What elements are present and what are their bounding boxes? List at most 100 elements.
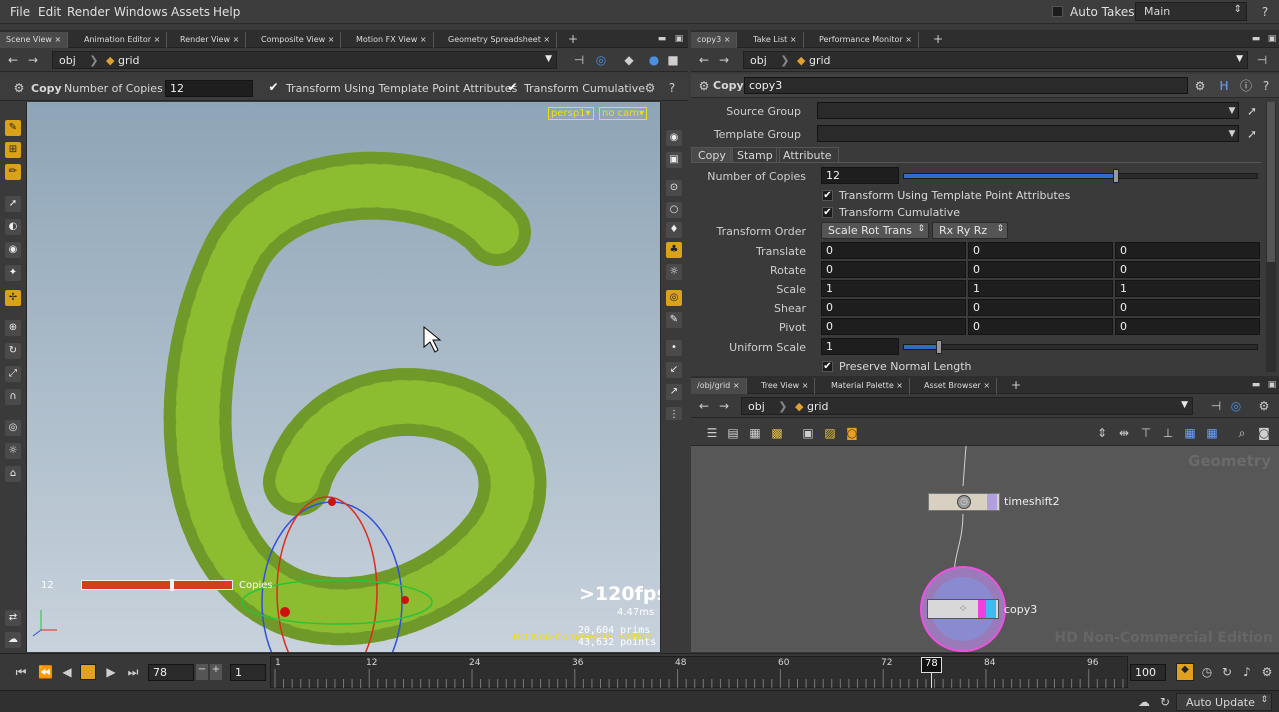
source-group-input[interactable]: [817, 102, 1239, 119]
menu-file[interactable]: File: [10, 5, 30, 19]
bundle-icon[interactable]: ◙: [845, 426, 859, 440]
node-name-input[interactable]: copy3: [744, 77, 1188, 94]
slider-knob[interactable]: [936, 340, 942, 354]
flip-icon[interactable]: ⇄: [5, 610, 21, 626]
table-icon[interactable]: ▦: [748, 426, 762, 440]
path-node[interactable]: grid: [807, 400, 829, 413]
tab-asset-browser[interactable]: Asset Browser ×: [918, 378, 998, 394]
frame-step-input[interactable]: 1: [230, 664, 266, 681]
distribute-icon[interactable]: ⇹: [1117, 426, 1131, 440]
help-icon[interactable]: ?: [1258, 5, 1272, 19]
timeline-scrubber[interactable]: 1 12 24 36 48 60 72 84 96 78: [270, 656, 1128, 688]
play-backward-icon[interactable]: ◀: [60, 665, 74, 679]
handle-knob[interactable]: [170, 579, 174, 591]
tab-composite-view[interactable]: Composite View ×: [255, 32, 342, 48]
list-icon[interactable]: ▤: [726, 426, 740, 440]
preserve-normal-checkbox[interactable]: ✔: [822, 361, 833, 372]
pin-icon[interactable]: ⊣: [1255, 53, 1269, 67]
uniform-scale-input[interactable]: 1: [821, 338, 899, 355]
light-bulb-icon[interactable]: ♦: [666, 222, 682, 238]
align-top-icon[interactable]: ⊤: [1139, 426, 1153, 440]
prev-key-icon[interactable]: ⏪: [38, 665, 53, 679]
chevron-down-icon[interactable]: ▼: [1225, 127, 1239, 141]
rotate-y[interactable]: 0: [968, 261, 1113, 278]
camera-menu[interactable]: persp1▾: [548, 107, 594, 120]
screenshot-icon[interactable]: ◙: [1257, 426, 1271, 440]
scale-icon[interactable]: ⤢: [5, 366, 21, 382]
select-arrow-icon[interactable]: ➚: [1245, 127, 1259, 141]
help-icon[interactable]: ?: [665, 81, 679, 95]
manipulator-icon[interactable]: ✢: [5, 290, 21, 306]
close-icon[interactable]: ×: [790, 35, 797, 44]
gear-icon[interactable]: ⚙: [697, 79, 711, 93]
shear-x[interactable]: 0: [821, 299, 966, 316]
tutp-checkbox[interactable]: ✔: [268, 81, 279, 94]
point-icon[interactable]: •: [666, 340, 682, 356]
camera-icon[interactable]: ◎: [5, 420, 21, 436]
left-path-field[interactable]: obj ❯ ◆ grid ▼: [52, 51, 557, 69]
subtab-stamp[interactable]: Stamp: [730, 147, 780, 163]
back-arrow-icon[interactable]: ←: [697, 399, 711, 413]
network-path-field[interactable]: obj ❯ ◆ grid ▼: [741, 397, 1193, 415]
close-icon[interactable]: ×: [328, 35, 335, 44]
sphere-icon[interactable]: ○: [666, 202, 682, 218]
snap-icon[interactable]: ⊙: [666, 180, 682, 196]
layout-icon[interactable]: ▣: [801, 426, 815, 440]
rotate-x[interactable]: 0: [821, 261, 966, 278]
close-icon[interactable]: ×: [54, 35, 61, 44]
menu-edit[interactable]: Edit: [38, 5, 61, 19]
tutp-checkbox[interactable]: ✔: [822, 190, 833, 201]
gear-icon[interactable]: ⚙: [12, 81, 26, 95]
stop-icon[interactable]: [80, 664, 96, 680]
align-bottom-icon[interactable]: ⊥: [1161, 426, 1175, 440]
maximize-icon[interactable]: ▣: [672, 32, 686, 46]
node-timeshift2[interactable]: ◷: [928, 493, 1000, 511]
pin-icon[interactable]: ⊣: [1209, 399, 1223, 413]
frame-decrement-button[interactable]: −: [196, 664, 208, 680]
pivot-z[interactable]: 0: [1115, 318, 1260, 335]
frame-increment-button[interactable]: +: [210, 664, 222, 680]
uniform-scale-slider[interactable]: [903, 340, 1258, 354]
brush-tool-icon[interactable]: ✎: [5, 120, 21, 136]
network-editor[interactable]: Geometry HD Non-Commercial Edition ◷ tim…: [691, 446, 1279, 652]
close-icon[interactable]: ×: [233, 35, 240, 44]
gear-icon[interactable]: ⚙: [1257, 399, 1271, 413]
copies-ladder-handle[interactable]: [81, 579, 233, 591]
path-node[interactable]: grid: [809, 54, 831, 67]
translate-y[interactable]: 0: [968, 242, 1113, 259]
tab-parameters[interactable]: copy3 ×: [691, 32, 738, 48]
transform-tool-icon[interactable]: ⊞: [5, 142, 21, 158]
scrollbar-thumb[interactable]: [1267, 102, 1275, 262]
last-frame-icon[interactable]: ⏭: [126, 665, 140, 679]
forward-arrow-icon[interactable]: →: [717, 399, 731, 413]
menu-windows[interactable]: Windows: [114, 5, 168, 19]
cube-icon[interactable]: ◆: [622, 53, 636, 67]
path-obj[interactable]: obj: [59, 54, 76, 67]
info-icon[interactable]: ⓘ: [1239, 79, 1253, 93]
playhead-frame[interactable]: 78: [921, 657, 942, 673]
loop-icon[interactable]: ↻: [1220, 665, 1234, 679]
shear-z[interactable]: 0: [1115, 299, 1260, 316]
translate-z[interactable]: 0: [1115, 242, 1260, 259]
magnet-icon[interactable]: ∩: [5, 389, 21, 405]
back-arrow-icon[interactable]: ←: [6, 53, 20, 67]
menu-render[interactable]: Render: [67, 5, 110, 19]
menu-assets[interactable]: Assets: [171, 5, 210, 19]
chevron-down-icon[interactable]: ▼: [1181, 400, 1188, 410]
transform-order-select[interactable]: Scale Rot Trans ⇕: [821, 222, 929, 239]
sphere-icon[interactable]: ●: [647, 53, 661, 67]
rotate-icon[interactable]: ↻: [5, 343, 21, 359]
copies-input[interactable]: 12: [165, 80, 253, 97]
chevron-down-icon[interactable]: ▼: [1225, 104, 1239, 118]
pose-tool-icon[interactable]: ◉: [5, 242, 21, 258]
slider-knob[interactable]: [1113, 169, 1119, 183]
first-frame-icon[interactable]: ⏮: [14, 665, 28, 679]
close-icon[interactable]: ×: [724, 35, 731, 44]
note-icon[interactable]: ▨: [823, 426, 837, 440]
template-flag[interactable]: [978, 600, 986, 618]
close-icon[interactable]: ×: [905, 35, 912, 44]
close-icon[interactable]: ×: [983, 381, 990, 390]
camera-lock-icon[interactable]: ◎: [666, 290, 682, 306]
chevron-down-icon[interactable]: ▼: [545, 54, 552, 64]
tab-scene-view[interactable]: Scene View ×: [0, 32, 69, 48]
